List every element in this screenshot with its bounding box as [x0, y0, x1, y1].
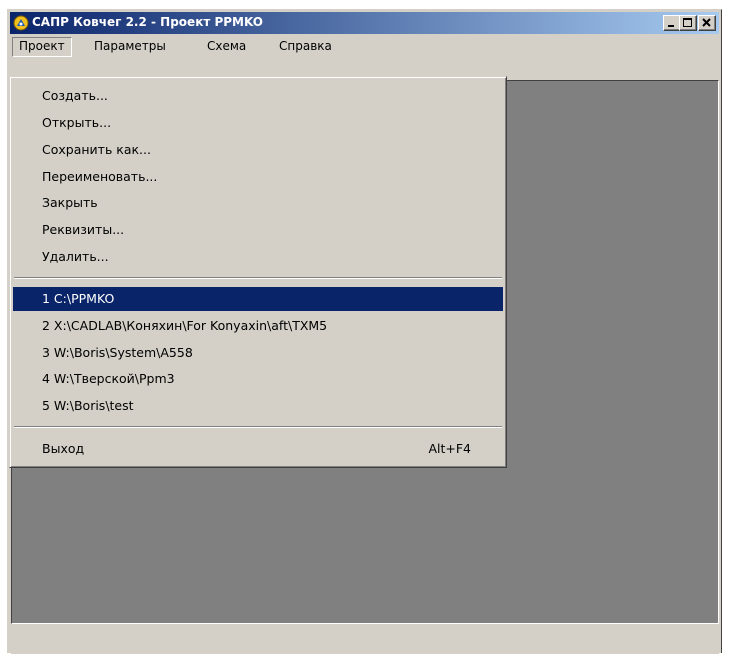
minimize-icon: [668, 25, 674, 27]
maximize-icon: [683, 18, 692, 27]
title-bar[interactable]: САПР Ковчег 2.2 - Проект PPMKO: [10, 12, 719, 34]
menu-item-properties[interactable]: Реквизиты...: [13, 218, 503, 242]
recent-project-5[interactable]: 5 W:\Boris\test: [13, 394, 503, 418]
window-title: САПР Ковчег 2.2 - Проект PPMKO: [32, 15, 263, 29]
close-icon: [702, 18, 711, 27]
recent-project-1[interactable]: 1 C:\PPMKO: [13, 287, 503, 311]
project-menu-dropdown: Создать... Открыть... Сохранить как... П…: [9, 76, 507, 468]
menu-item-delete[interactable]: Удалить...: [13, 245, 503, 269]
menu-project[interactable]: Проект: [12, 37, 72, 57]
recent-project-4[interactable]: 4 W:\Тверской\Ppm3: [13, 367, 503, 391]
menu-bar: Проект Параметры Схема Справка: [10, 36, 719, 57]
exit-shortcut: Alt+F4: [428, 441, 471, 456]
close-button[interactable]: [698, 15, 716, 31]
menu-separator: [14, 277, 502, 279]
maximize-button[interactable]: [679, 15, 697, 31]
menu-parameters[interactable]: Параметры: [88, 37, 172, 55]
status-bar: [11, 630, 719, 654]
menu-item-exit[interactable]: Выход Alt+F4: [13, 437, 503, 461]
menu-item-create[interactable]: Создать...: [13, 84, 503, 108]
exit-label: Выход: [42, 441, 85, 456]
menu-item-open[interactable]: Открыть...: [13, 111, 503, 135]
menu-item-save-as[interactable]: Сохранить как...: [13, 138, 503, 162]
recent-project-3[interactable]: 3 W:\Boris\System\A558: [13, 341, 503, 365]
menu-separator: [14, 426, 502, 428]
menu-item-rename[interactable]: Переименовать...: [13, 165, 503, 189]
app-logo-icon[interactable]: [13, 15, 29, 31]
recent-project-2[interactable]: 2 X:\CADLAB\Коняхин\For Konyaxin\aft\TXM…: [13, 314, 503, 338]
menu-scheme[interactable]: Схема: [201, 37, 252, 55]
menu-help[interactable]: Справка: [273, 37, 338, 55]
menu-item-close[interactable]: Закрыть: [13, 191, 503, 215]
